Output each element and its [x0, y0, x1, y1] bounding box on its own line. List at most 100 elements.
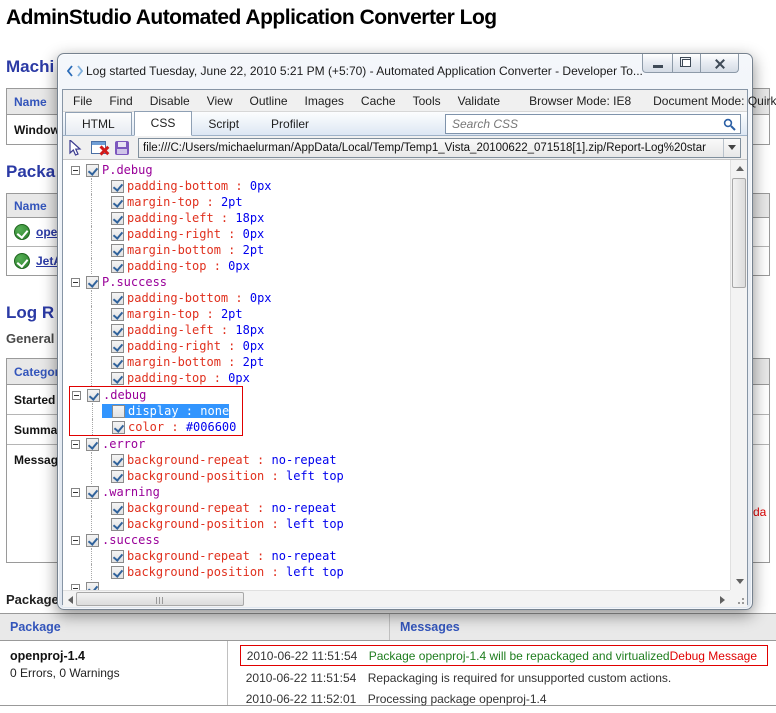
property-checkbox[interactable]: [111, 356, 124, 369]
collapse-icon[interactable]: [72, 391, 81, 400]
collapse-icon[interactable]: [71, 278, 80, 287]
collapse-icon[interactable]: [71, 440, 80, 449]
tree-property-row[interactable]: margin-bottom : 2pt: [69, 354, 730, 370]
tree-selector-row[interactable]: P.debug: [69, 162, 730, 178]
property-entry[interactable]: padding-top : 0px: [101, 259, 250, 273]
url-dropdown-icon[interactable]: [723, 139, 740, 157]
tree-property-row[interactable]: background-position : left top: [69, 468, 730, 484]
scroll-left-icon[interactable]: [68, 596, 73, 604]
menu-item-file[interactable]: File: [73, 94, 92, 108]
property-checkbox[interactable]: [111, 180, 124, 193]
property-entry[interactable]: margin-top : 2pt: [101, 195, 243, 209]
property-checkbox[interactable]: [111, 196, 124, 209]
clear-cache-icon[interactable]: [91, 141, 106, 154]
select-element-icon[interactable]: [69, 140, 82, 156]
property-entry[interactable]: margin-bottom : 2pt: [101, 243, 264, 257]
property-entry[interactable]: padding-bottom : 0px: [101, 179, 272, 193]
collapse-icon[interactable]: [71, 536, 80, 545]
rule-checkbox[interactable]: [86, 582, 99, 591]
property-entry[interactable]: padding-left : 18px: [101, 211, 264, 225]
property-checkbox[interactable]: [111, 212, 124, 225]
property-entry[interactable]: padding-top : 0px: [101, 371, 250, 385]
property-checkbox[interactable]: [111, 454, 124, 467]
horizontal-scrollbar[interactable]: [63, 590, 730, 607]
tree-property-row[interactable]: background-position : left top: [69, 564, 730, 580]
property-entry[interactable]: margin-bottom : 2pt: [101, 355, 264, 369]
horizontal-scroll-thumb[interactable]: [76, 592, 244, 606]
property-checkbox[interactable]: [111, 292, 124, 305]
scroll-down-icon[interactable]: [736, 579, 744, 584]
tree-selector-row[interactable]: P.success: [69, 274, 730, 290]
property-checkbox[interactable]: [111, 260, 124, 273]
titlebar[interactable]: Log started Tuesday, June 22, 2010 5:21 …: [58, 54, 752, 89]
rule-checkbox[interactable]: [86, 276, 99, 289]
resize-grip[interactable]: [730, 590, 747, 607]
save-icon[interactable]: [115, 141, 129, 155]
menu-item-images[interactable]: Images: [305, 94, 344, 108]
tree-property-row[interactable]: padding-bottom : 0px: [69, 178, 730, 194]
rule-checkbox[interactable]: [87, 389, 100, 402]
property-entry[interactable]: padding-right : 0px: [101, 227, 264, 241]
maximize-button[interactable]: [673, 54, 701, 73]
tree-property-row[interactable]: margin-top : 2pt: [69, 194, 730, 210]
tree-property-row[interactable]: background-repeat : no-repeat: [69, 452, 730, 468]
tree-property-row[interactable]: padding-left : 18px: [69, 322, 730, 338]
menu-item-view[interactable]: View: [207, 94, 233, 108]
vertical-scrollbar[interactable]: [730, 160, 747, 590]
property-checkbox[interactable]: [111, 372, 124, 385]
tree-property-row[interactable]: padding-right : 0px: [69, 226, 730, 242]
property-entry[interactable]: padding-right : 0px: [101, 339, 264, 353]
tree-property-row[interactable]: background-repeat : no-repeat: [69, 500, 730, 516]
property-entry[interactable]: color : #006600: [102, 420, 236, 434]
search-input[interactable]: [445, 114, 741, 134]
menu-item-outline[interactable]: Outline: [250, 94, 288, 108]
tree-selector-row[interactable]: .error: [69, 436, 730, 452]
scroll-up-icon[interactable]: [736, 166, 744, 171]
property-checkbox[interactable]: [112, 421, 125, 434]
property-entry[interactable]: background-position : left top: [101, 565, 344, 579]
property-checkbox[interactable]: [111, 324, 124, 337]
collapse-icon[interactable]: [71, 488, 80, 497]
rule-checkbox[interactable]: [86, 486, 99, 499]
property-checkbox[interactable]: [111, 502, 124, 515]
tree-property-row[interactable]: padding-top : 0px: [69, 370, 730, 386]
menu-item-disable[interactable]: Disable: [150, 94, 190, 108]
tree-property-row[interactable]: margin-bottom : 2pt: [69, 242, 730, 258]
property-checkbox[interactable]: [111, 470, 124, 483]
property-entry[interactable]: margin-top : 2pt: [101, 307, 243, 321]
rule-checkbox[interactable]: [86, 534, 99, 547]
scroll-right-icon[interactable]: [720, 596, 725, 604]
tree-property-row[interactable]: background-repeat : no-repeat: [69, 548, 730, 564]
menu-item-find[interactable]: Find: [109, 94, 132, 108]
property-checkbox[interactable]: [111, 308, 124, 321]
property-checkbox[interactable]: [111, 566, 124, 579]
property-checkbox[interactable]: [111, 244, 124, 257]
rule-checkbox[interactable]: [86, 438, 99, 451]
browser-mode[interactable]: Browser Mode: IE8: [529, 94, 631, 108]
property-entry[interactable]: background-repeat : no-repeat: [101, 549, 337, 563]
property-checkbox[interactable]: [112, 405, 125, 418]
property-checkbox[interactable]: [111, 550, 124, 563]
tree-selector-row[interactable]: .warning: [69, 484, 730, 500]
property-checkbox[interactable]: [111, 340, 124, 353]
tree-selector-row[interactable]: .success: [69, 532, 730, 548]
close-button[interactable]: [701, 54, 739, 73]
menu-item-tools[interactable]: Tools: [413, 94, 441, 108]
tab-script[interactable]: Script: [192, 113, 255, 135]
minimize-button[interactable]: [642, 54, 673, 73]
property-checkbox[interactable]: [111, 518, 124, 531]
tree-selector-row[interactable]: .debug: [70, 387, 242, 403]
vertical-scroll-thumb[interactable]: [732, 178, 746, 288]
tree-property-row[interactable]: background-position : left top: [69, 516, 730, 532]
tree-property-row[interactable]: margin-top : 2pt: [69, 306, 730, 322]
tree-property-row[interactable]: display : none: [70, 403, 242, 419]
collapse-icon[interactable]: [71, 166, 80, 175]
tree-property-row[interactable]: padding-bottom : 0px: [69, 290, 730, 306]
tree-property-row[interactable]: padding-right : 0px: [69, 338, 730, 354]
search-icon[interactable]: [723, 118, 736, 136]
tab-css[interactable]: CSS: [134, 111, 193, 136]
property-checkbox[interactable]: [111, 228, 124, 241]
tab-profiler[interactable]: Profiler: [255, 113, 325, 135]
menu-item-cache[interactable]: Cache: [361, 94, 396, 108]
property-entry[interactable]: background-position : left top: [101, 469, 344, 483]
